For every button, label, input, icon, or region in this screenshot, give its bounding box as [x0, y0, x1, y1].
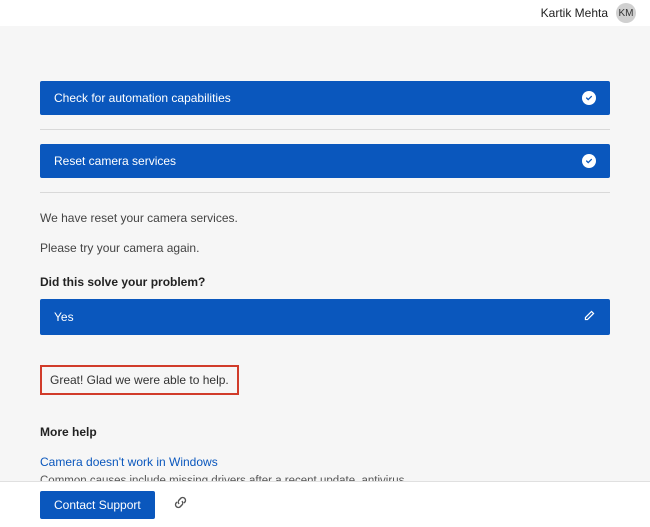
feedback-answer: Yes	[54, 310, 74, 324]
feedback-answer-bar[interactable]: Yes	[40, 299, 610, 335]
content: Check for automation capabilities Reset …	[0, 26, 650, 521]
bottom-bar: Contact Support	[0, 481, 650, 527]
edit-icon[interactable]	[583, 309, 596, 325]
article-link[interactable]: Camera doesn't work in Windows	[40, 455, 218, 469]
top-bar: Kartik Mehta KM	[0, 0, 650, 26]
status-try-again: Please try your camera again.	[40, 241, 610, 255]
panel-automation[interactable]: Check for automation capabilities	[40, 81, 610, 115]
feedback-thanks-text: Great! Glad we were able to help.	[50, 373, 229, 387]
divider	[40, 192, 610, 193]
feedback-question: Did this solve your problem?	[40, 275, 610, 289]
page-body: Check for automation capabilities Reset …	[0, 26, 650, 527]
contact-support-button[interactable]: Contact Support	[40, 491, 155, 519]
feedback-thanks: Great! Glad we were able to help.	[40, 365, 239, 395]
check-circle-icon	[582, 91, 596, 105]
divider	[40, 129, 610, 130]
avatar-initials: KM	[619, 8, 634, 19]
check-circle-icon	[582, 154, 596, 168]
panel-reset[interactable]: Reset camera services	[40, 144, 610, 178]
panel-automation-title: Check for automation capabilities	[54, 91, 231, 105]
avatar[interactable]: KM	[616, 3, 636, 23]
panel-reset-title: Reset camera services	[54, 154, 176, 168]
link-icon[interactable]	[173, 495, 188, 515]
more-help-heading: More help	[40, 425, 610, 439]
user-name: Kartik Mehta	[541, 6, 608, 20]
status-reset-done: We have reset your camera services.	[40, 211, 610, 225]
